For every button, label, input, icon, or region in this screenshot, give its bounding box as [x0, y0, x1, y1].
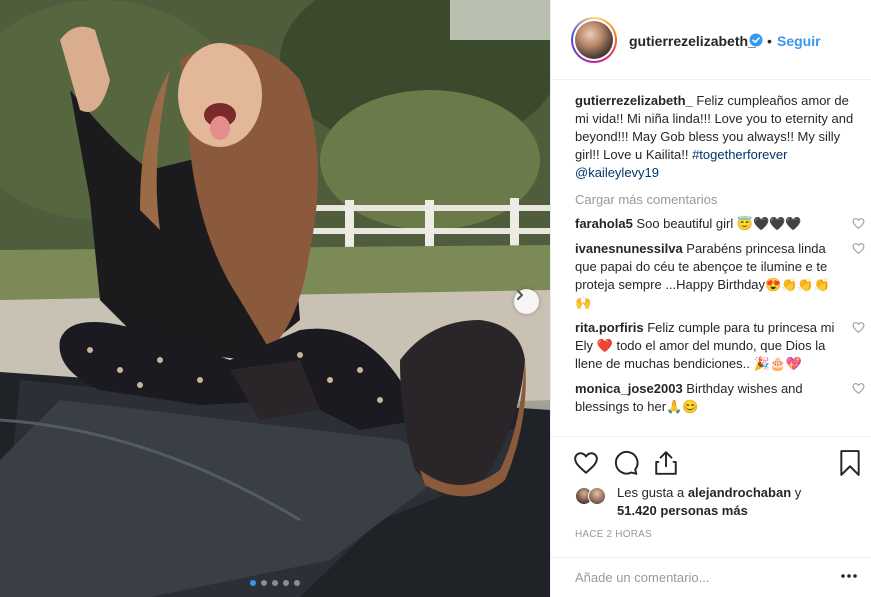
- carousel-indicator: [250, 580, 300, 586]
- carousel-next-button[interactable]: [514, 289, 539, 314]
- comment-item: farahola5 Soo beautiful girl 😇🖤🖤🖤: [575, 215, 865, 233]
- like-comment-heart-icon[interactable]: [852, 242, 865, 255]
- carousel-dot: [294, 580, 300, 586]
- follow-button[interactable]: Seguir: [777, 33, 821, 49]
- comment-username[interactable]: ivanesnunessilva: [575, 241, 683, 256]
- likes-user[interactable]: alejandrochaban: [688, 485, 791, 500]
- share-icon[interactable]: [653, 450, 679, 476]
- author-avatar[interactable]: [571, 17, 617, 63]
- like-comment-heart-icon[interactable]: [852, 217, 865, 230]
- post-photo[interactable]: [0, 0, 550, 597]
- liker-avatars: [575, 484, 611, 508]
- header-separator: •: [767, 33, 772, 49]
- author-username[interactable]: gutierrezelizabeth_: [629, 33, 756, 49]
- load-more-comments-button[interactable]: Cargar más comentarios: [575, 191, 865, 209]
- caption-username[interactable]: gutierrezelizabeth_: [575, 93, 693, 108]
- add-comment-bar: [551, 557, 871, 597]
- comment-bubble-icon[interactable]: [613, 450, 639, 476]
- add-comment-input[interactable]: [575, 570, 815, 585]
- comment-username[interactable]: monica_jose2003: [575, 381, 683, 396]
- chevron-right-icon: [517, 290, 523, 300]
- comments-list: gutierrezelizabeth_ Feliz cumpleaños amo…: [575, 92, 865, 423]
- post-header: gutierrezelizabeth_ • Seguir: [551, 0, 871, 80]
- post-timestamp: HACE 2 HORAS: [575, 529, 652, 540]
- comment-username[interactable]: rita.porfiris: [575, 320, 644, 335]
- like-heart-icon[interactable]: [573, 450, 599, 476]
- post-sidebar: gutierrezelizabeth_ • Seguir gutierrezel…: [550, 0, 871, 597]
- comment-item: ivanesnunessilva Parabéns princesa linda…: [575, 240, 865, 312]
- caption-mention[interactable]: @kaileylevy19: [575, 165, 659, 180]
- likes-text: Les gusta a alejandrochaban y 51.420 per…: [617, 484, 837, 520]
- caption-hashtag[interactable]: #togetherforever: [692, 147, 787, 162]
- carousel-dot: [250, 580, 256, 586]
- likes-prefix: Les gusta a: [617, 485, 688, 500]
- verified-badge-icon: [749, 33, 763, 47]
- like-comment-heart-icon[interactable]: [852, 321, 865, 334]
- liker-avatar[interactable]: [588, 487, 606, 505]
- like-comment-heart-icon[interactable]: [852, 382, 865, 395]
- carousel-dot: [261, 580, 267, 586]
- likes-count[interactable]: 51.420 personas más: [617, 503, 748, 518]
- likes-middle: y: [791, 485, 802, 500]
- post-actions: Les gusta a alejandrochaban y 51.420 per…: [551, 436, 871, 596]
- comment-item: rita.porfiris Feliz cumple para tu princ…: [575, 319, 865, 373]
- carousel-dot: [272, 580, 278, 586]
- carousel-dot: [283, 580, 289, 586]
- comment-text: Soo beautiful girl 😇🖤🖤🖤: [632, 216, 802, 231]
- post-caption: gutierrezelizabeth_ Feliz cumpleaños amo…: [575, 92, 865, 182]
- photo-illustration: [0, 0, 550, 597]
- comment-item: monica_jose2003 Birthday wishes and bles…: [575, 380, 865, 416]
- bookmark-icon[interactable]: [839, 450, 861, 476]
- comment-username[interactable]: farahola5: [575, 216, 633, 231]
- more-options-icon[interactable]: [840, 572, 858, 580]
